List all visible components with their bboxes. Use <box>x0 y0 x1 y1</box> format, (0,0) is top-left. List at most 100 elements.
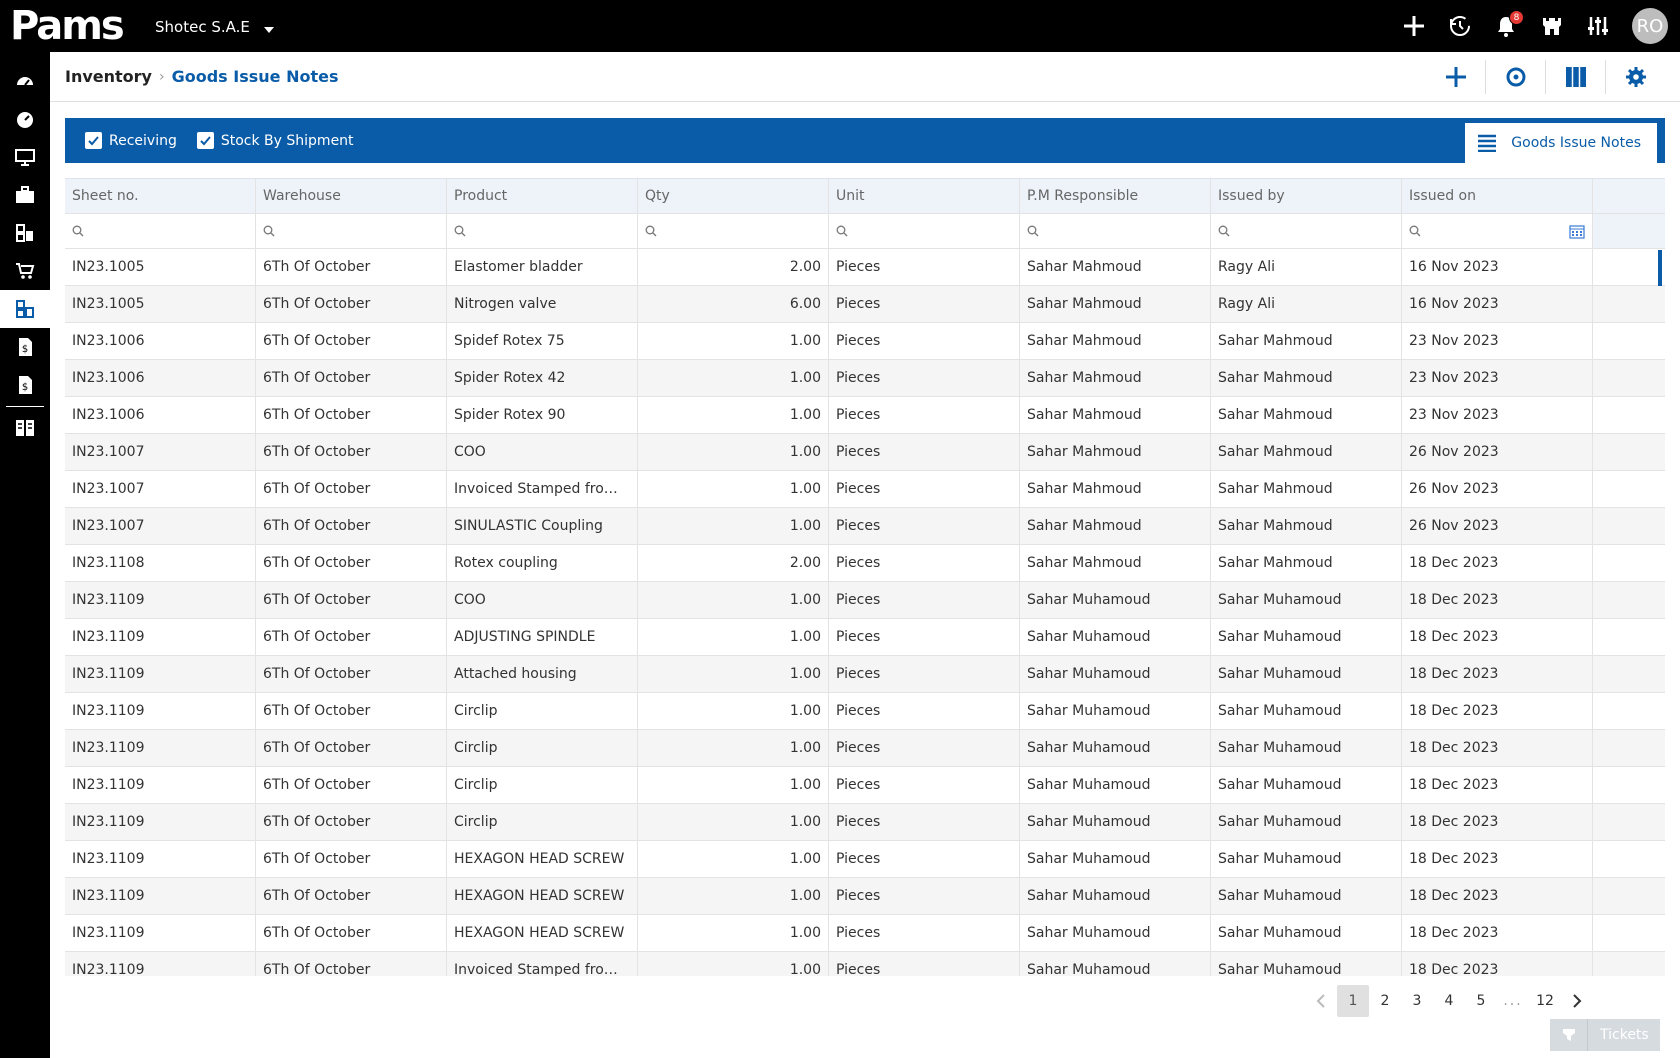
table-row[interactable]: IN23.1108 6Th Of October Rotex coupling 2.0… <box>65 545 1665 582</box>
column-filter-input[interactable] <box>1402 214 1593 248</box>
table-row[interactable]: IN23.1007 6Th Of October Invoiced Stamped … <box>65 471 1665 508</box>
column-header[interactable]: Issued by <box>1211 179 1402 213</box>
page-button[interactable]: 5 <box>1465 985 1497 1017</box>
column-header[interactable]: Warehouse <box>256 179 447 213</box>
table-row[interactable]: IN23.1006 6Th Of October Spider Rotex 90 1.… <box>65 397 1665 434</box>
calendar-icon[interactable] <box>1569 224 1585 239</box>
cell-text: COO <box>454 444 486 460</box>
table-cell: 18 Dec 2023 <box>1402 841 1593 877</box>
table-row[interactable]: IN23.1006 6Th Of October Spider Rotex 42 1.… <box>65 360 1665 397</box>
cell-text: 6Th Of October <box>263 888 371 904</box>
table-row[interactable]: IN23.1005 6Th Of October Elastomer bladder… <box>65 249 1665 286</box>
cell-text: Sahar Muhamoud <box>1027 592 1151 608</box>
sidebar-item-purchasing[interactable] <box>0 252 50 290</box>
table-row[interactable]: IN23.1007 6Th Of October SINULASTIC Coupli… <box>65 508 1665 545</box>
column-filter-input[interactable] <box>447 214 638 248</box>
table-row[interactable]: IN23.1109 6Th Of October ADJUSTING SPINDLE… <box>65 619 1665 656</box>
search-icon <box>645 225 657 237</box>
page-button-last[interactable]: 12 <box>1529 985 1561 1017</box>
receiving-label: Receiving <box>109 132 177 149</box>
cell-text: Sahar Mahmoud <box>1218 370 1333 386</box>
cell-text: Sahar Muhamoud <box>1027 777 1151 793</box>
table-cell: Elastomer bladder <box>447 249 638 285</box>
column-header[interactable]: Sheet no. <box>65 179 256 213</box>
company-selector[interactable]: Shotec S.A.E <box>155 18 274 36</box>
cell-text: Sahar Mahmoud <box>1027 444 1142 460</box>
table-cell: Nitrogen valve <box>447 286 638 322</box>
sidebar-item-inventory[interactable] <box>0 214 50 252</box>
table-row[interactable]: IN23.1109 6Th Of October Circlip 1.00 Pieces… <box>65 804 1665 841</box>
cell-text: 18 Dec 2023 <box>1409 666 1499 682</box>
page-button[interactable]: 4 <box>1433 985 1465 1017</box>
stock-by-shipment-checkbox[interactable]: Stock By Shipment <box>196 132 354 149</box>
sidebar-item-payments[interactable]: $ <box>0 366 50 404</box>
columns-button[interactable] <box>1546 60 1606 94</box>
cell-text: Sahar Muhamoud <box>1218 777 1342 793</box>
table-row[interactable]: IN23.1109 6Th Of October HEXAGON HEAD SCRE… <box>65 915 1665 952</box>
receiving-checkbox[interactable]: Receiving <box>85 132 177 149</box>
table-row[interactable]: IN23.1109 6Th Of October Circlip 1.00 Pieces… <box>65 767 1665 804</box>
table-row[interactable]: IN23.1109 6Th Of October Circlip 1.00 Pieces… <box>65 693 1665 730</box>
table-row[interactable]: IN23.1109 6Th Of October HEXAGON HEAD SCRE… <box>65 841 1665 878</box>
table-row[interactable]: IN23.1005 6Th Of October Nitrogen valve 6.0… <box>65 286 1665 323</box>
table-body[interactable]: IN23.1005 6Th Of October Elastomer bladder… <box>65 249 1665 976</box>
sidebar-item-briefcase[interactable] <box>0 176 50 214</box>
table-cell: Attached housing <box>447 656 638 692</box>
sliders-icon[interactable] <box>1582 10 1614 42</box>
page-button[interactable]: 3 <box>1401 985 1433 1017</box>
page-button[interactable]: 1 <box>1337 985 1369 1017</box>
table-row[interactable]: IN23.1007 6Th Of October COO 1.00 Pieces Saha… <box>65 434 1665 471</box>
column-header[interactable]: Qty <box>638 179 829 213</box>
prev-page-button[interactable] <box>1305 985 1337 1017</box>
column-header[interactable]: Product <box>447 179 638 213</box>
table-cell: 1.00 <box>638 508 829 544</box>
refresh-button[interactable] <box>1486 60 1546 94</box>
table-cell: Pieces <box>829 693 1020 729</box>
app-logo[interactable]: Pams <box>10 6 125 46</box>
castle-icon[interactable] <box>1536 10 1568 42</box>
table-cell: IN23.1005 <box>65 286 256 322</box>
table-row[interactable]: IN23.1109 6Th Of October COO 1.00 Pieces Saha… <box>65 582 1665 619</box>
breadcrumb: Inventory › Goods Issue Notes <box>50 52 1680 102</box>
cell-text: IN23.1109 <box>72 703 145 719</box>
scrollbar-thumb[interactable] <box>1658 250 1662 286</box>
tab-goods-issue-notes[interactable]: Goods Issue Notes <box>1465 123 1657 163</box>
column-header[interactable]: P.M Responsible <box>1020 179 1211 213</box>
sidebar-item-invoices[interactable]: $ <box>0 328 50 366</box>
table-row[interactable]: IN23.1006 6Th Of October Spidef Rotex 75 1.… <box>65 323 1665 360</box>
cell-text: IN23.1108 <box>72 555 145 571</box>
add-button[interactable] <box>1426 60 1486 94</box>
column-header[interactable]: Unit <box>829 179 1020 213</box>
column-filter-input[interactable] <box>256 214 447 248</box>
column-header[interactable]: Issued on <box>1402 179 1593 213</box>
sidebar-item-dashboard[interactable] <box>0 62 50 100</box>
user-avatar[interactable]: RO <box>1632 8 1668 44</box>
column-filter-input[interactable] <box>829 214 1020 248</box>
sidebar-item-monitor[interactable] <box>0 138 50 176</box>
next-page-button[interactable] <box>1561 985 1593 1017</box>
page-button[interactable]: 2 <box>1369 985 1401 1017</box>
column-filter-input[interactable] <box>65 214 256 248</box>
cell-text: Spider Rotex 90 <box>454 407 566 423</box>
table-row[interactable]: IN23.1109 6Th Of October Circlip 1.00 Pieces… <box>65 730 1665 767</box>
plus-icon[interactable] <box>1398 10 1430 42</box>
table-cell: 18 Dec 2023 <box>1402 619 1593 655</box>
bell-icon[interactable]: 8 <box>1490 10 1524 42</box>
table-row[interactable]: IN23.1109 6Th Of October HEXAGON HEAD SCRE… <box>65 878 1665 915</box>
tickets-button[interactable]: Tickets <box>1550 1019 1660 1051</box>
sidebar-item-reports[interactable] <box>0 409 50 447</box>
column-filter-input[interactable] <box>638 214 829 248</box>
sidebar-item-goods-issue[interactable] <box>0 290 50 328</box>
settings-button[interactable] <box>1606 60 1666 94</box>
table-cell: Pieces <box>829 841 1020 877</box>
table-row[interactable]: IN23.1109 6Th Of October Invoiced Stamped … <box>65 952 1665 976</box>
table-cell: 6Th Of October <box>256 841 447 877</box>
column-filter-input[interactable] <box>1211 214 1402 248</box>
sidebar-item-gauge[interactable] <box>0 100 50 138</box>
table-row[interactable]: IN23.1109 6Th Of October Attached housing 1… <box>65 656 1665 693</box>
row-spacer <box>1593 249 1665 285</box>
breadcrumb-root[interactable]: Inventory <box>65 67 152 86</box>
table-cell: IN23.1007 <box>65 434 256 470</box>
history-icon[interactable] <box>1444 10 1476 42</box>
column-filter-input[interactable] <box>1020 214 1211 248</box>
